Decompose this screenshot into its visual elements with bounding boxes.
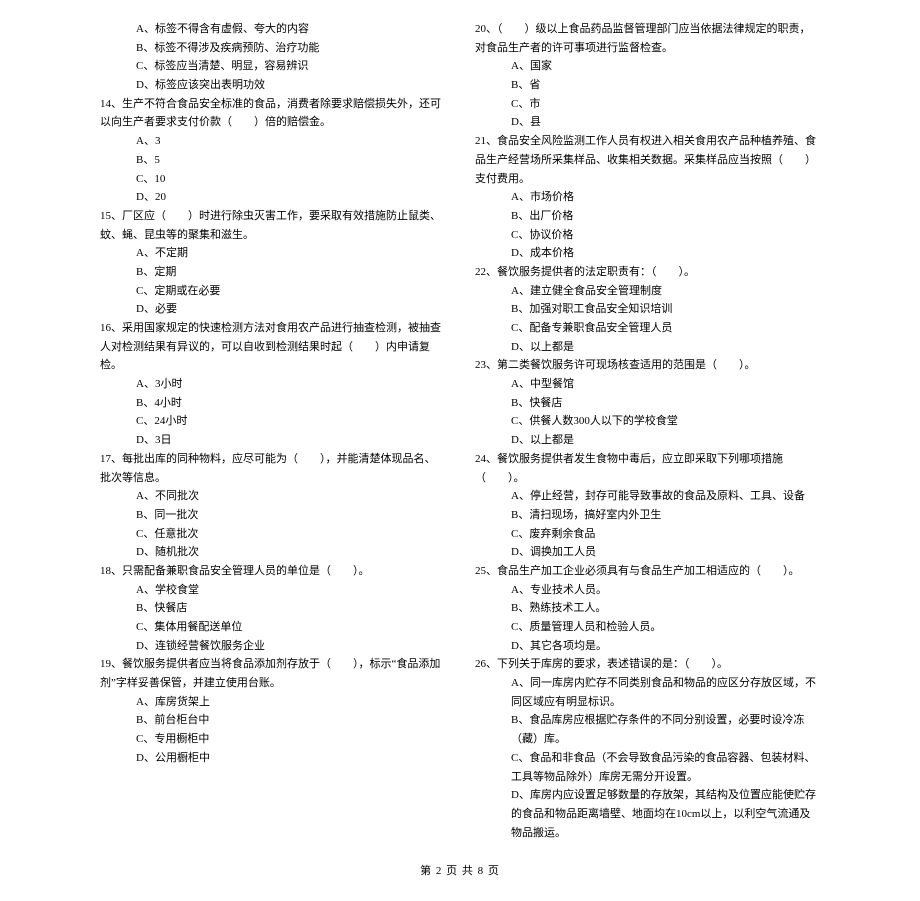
option: B、食品库房应根据贮存条件的不同分别设置，必要时设冷冻（藏）库。 (475, 711, 820, 748)
option: A、中型餐馆 (475, 375, 820, 394)
option: B、加强对职工食品安全知识培训 (475, 300, 820, 319)
option: A、同一库房内贮存不同类别食品和物品的应区分存放区域，不同区域应有明显标识。 (475, 674, 820, 711)
option: A、专业技术人员。 (475, 581, 820, 600)
question-22: 22、餐饮服务提供者的法定职责有：（ ）。 (475, 263, 820, 282)
option: D、以上都是 (475, 338, 820, 357)
option: C、专用橱柜中 (100, 730, 445, 749)
option: A、建立健全食品安全管理制度 (475, 282, 820, 301)
option: C、定期或在必要 (100, 282, 445, 301)
option: C、市 (475, 95, 820, 114)
option: C、协议价格 (475, 226, 820, 245)
left-column: A、标签不得含有虚假、夸大的内容 B、标签不得涉及疾病预防、治疗功能 C、标签应… (100, 20, 445, 842)
option: D、必要 (100, 300, 445, 319)
option: D、公用橱柜中 (100, 749, 445, 768)
question-17: 17、每批出库的同种物料，应尽可能为（ ），并能清楚体现品名、批次等信息。 (100, 450, 445, 487)
option: B、定期 (100, 263, 445, 282)
option: B、5 (100, 151, 445, 170)
option: C、质量管理人员和检验人员。 (475, 618, 820, 637)
option: D、其它各项均是。 (475, 637, 820, 656)
option: D、连锁经营餐饮服务企业 (100, 637, 445, 656)
option: B、标签不得涉及疾病预防、治疗功能 (100, 39, 445, 58)
option: A、停止经营，封存可能导致事故的食品及原料、工具、设备 (475, 487, 820, 506)
question-26: 26、下列关于库房的要求，表述错误的是：（ ）。 (475, 655, 820, 674)
option: D、20 (100, 188, 445, 207)
right-column: 20、（ ）级以上食品药品监督管理部门应当依据法律规定的职责，对食品生产者的许可… (475, 20, 820, 842)
option: C、集体用餐配送单位 (100, 618, 445, 637)
question-19: 19、餐饮服务提供者应当将食品添加剂存放于（ ），标示“食品添加剂”字样妥善保管… (100, 655, 445, 692)
option: C、食品和非食品（不会导致食品污染的食品容器、包装材料、工具等物品除外）库房无需… (475, 749, 820, 786)
option: B、同一批次 (100, 506, 445, 525)
option: C、24小时 (100, 412, 445, 431)
option: A、库房货架上 (100, 693, 445, 712)
option: C、标签应当清楚、明显，容易辨识 (100, 57, 445, 76)
option: C、废弃剩余食品 (475, 525, 820, 544)
option: B、快餐店 (475, 394, 820, 413)
question-23: 23、第二类餐饮服务许可现场核查适用的范围是（ ）。 (475, 356, 820, 375)
option: D、3日 (100, 431, 445, 450)
option: A、3 (100, 132, 445, 151)
option: D、县 (475, 113, 820, 132)
option: B、4小时 (100, 394, 445, 413)
option: A、国家 (475, 57, 820, 76)
option: B、前台柜台中 (100, 711, 445, 730)
question-14: 14、生产不符合食品安全标准的食品，消费者除要求赔偿损失外，还可以向生产者要求支… (100, 95, 445, 132)
question-25: 25、食品生产加工企业必须具有与食品生产加工相适应的（ ）。 (475, 562, 820, 581)
option: B、熟练技术工人。 (475, 599, 820, 618)
option: A、标签不得含有虚假、夸大的内容 (100, 20, 445, 39)
option: A、不同批次 (100, 487, 445, 506)
question-15: 15、厂区应（ ）时进行除虫灭害工作，要采取有效措施防止鼠类、蚊、蝇、昆虫等的聚… (100, 207, 445, 244)
option: D、库房内应设置足够数量的存放架，其结构及位置应能使贮存的食品和物品距离墙壁、地… (475, 786, 820, 842)
option: A、3小时 (100, 375, 445, 394)
option: C、配备专兼职食品安全管理人员 (475, 319, 820, 338)
option: C、供餐人数300人以下的学校食堂 (475, 412, 820, 431)
option: A、不定期 (100, 244, 445, 263)
option: C、任意批次 (100, 525, 445, 544)
option: D、调换加工人员 (475, 543, 820, 562)
question-16: 16、采用国家规定的快速检测方法对食用农产品进行抽查检测，被抽查人对检测结果有异… (100, 319, 445, 375)
option: D、以上都是 (475, 431, 820, 450)
question-24: 24、餐饮服务提供者发生食物中毒后，应立即采取下列哪项措施（ ）。 (475, 450, 820, 487)
option: A、学校食堂 (100, 581, 445, 600)
page-footer: 第 2 页 共 8 页 (0, 862, 920, 881)
option: C、10 (100, 170, 445, 189)
option: D、标签应该突出表明功效 (100, 76, 445, 95)
question-18: 18、只需配备兼职食品安全管理人员的单位是（ ）。 (100, 562, 445, 581)
option: B、清扫现场，搞好室内外卫生 (475, 506, 820, 525)
option: B、省 (475, 76, 820, 95)
question-20: 20、（ ）级以上食品药品监督管理部门应当依据法律规定的职责，对食品生产者的许可… (475, 20, 820, 57)
option: B、出厂价格 (475, 207, 820, 226)
page-content: A、标签不得含有虚假、夸大的内容 B、标签不得涉及疾病预防、治疗功能 C、标签应… (0, 20, 920, 842)
option: D、随机批次 (100, 543, 445, 562)
option: B、快餐店 (100, 599, 445, 618)
option: A、市场价格 (475, 188, 820, 207)
option: D、成本价格 (475, 244, 820, 263)
question-21: 21、食品安全风险监测工作人员有权进入相关食用农产品种植养殖、食品生产经营场所采… (475, 132, 820, 188)
